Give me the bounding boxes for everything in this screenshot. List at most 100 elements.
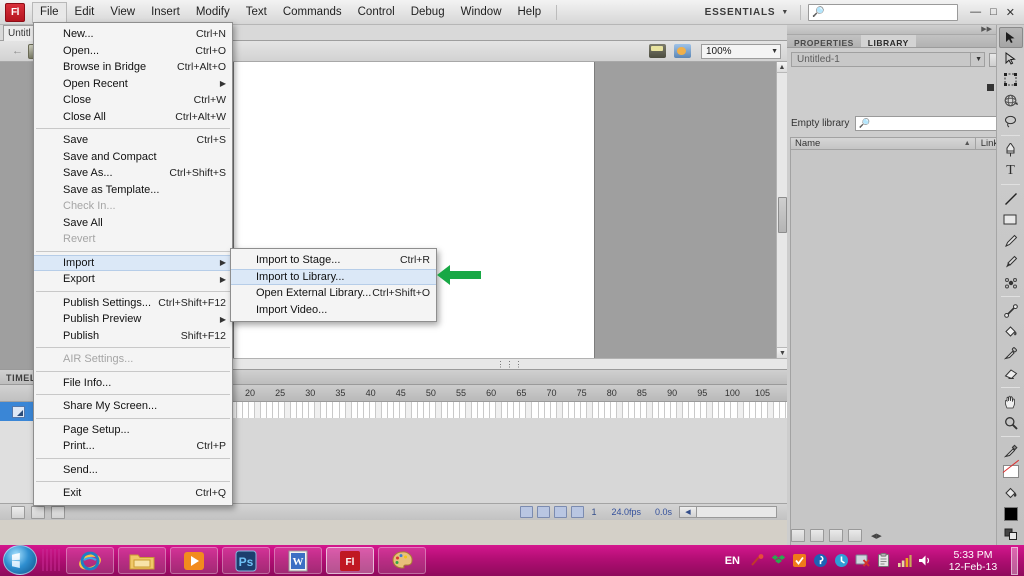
- file-menu-item-share-my-screen[interactable]: Share My Screen...: [34, 398, 232, 415]
- minimize-icon[interactable]: —: [970, 6, 981, 18]
- delete-layer-button[interactable]: [51, 505, 65, 519]
- timeline-scroll-track[interactable]: [697, 506, 777, 518]
- taskbar-grip-icon[interactable]: [42, 549, 60, 571]
- file-menu-dropdown[interactable]: New... Ctrl+N Open... Ctrl+O Browse in Bridg…: [33, 22, 233, 506]
- lasso-tool[interactable]: [999, 111, 1023, 132]
- menu-item-insert[interactable]: Insert: [143, 2, 188, 22]
- scroll-thumb[interactable]: [778, 197, 787, 233]
- properties-button[interactable]: [829, 529, 843, 542]
- taskbar-paint[interactable]: [378, 547, 426, 574]
- security-shield-icon[interactable]: [813, 553, 828, 568]
- default-colors-tool[interactable]: [999, 524, 1023, 545]
- new-layer-button[interactable]: [11, 505, 25, 519]
- panel-collapse-bar[interactable]: ▶▶ ◀◀: [787, 25, 1024, 35]
- tab-library[interactable]: LIBRARY: [860, 35, 916, 48]
- file-menu-item-open[interactable]: Open... Ctrl+O: [34, 43, 232, 60]
- import-submenu-item-import-to-stage[interactable]: Import to Stage... Ctrl+R: [231, 252, 436, 269]
- signal-strength-icon[interactable]: [897, 553, 912, 568]
- menu-item-commands[interactable]: Commands: [275, 2, 350, 22]
- import-submenu[interactable]: Import to Stage... Ctrl+R Import to Librar…: [230, 248, 437, 322]
- stroke-color-tool[interactable]: [999, 440, 1023, 461]
- sort-ascending-icon[interactable]: ▲: [964, 140, 975, 147]
- file-menu-item-page-setup[interactable]: Page Setup...: [34, 422, 232, 439]
- pencil-tool[interactable]: [999, 230, 1023, 251]
- file-menu-item-close-all[interactable]: Close All Ctrl+Alt+W: [34, 109, 232, 126]
- file-menu-item-save-and-compact[interactable]: Save and Compact: [34, 149, 232, 166]
- back-arrow-icon[interactable]: ←: [8, 45, 27, 57]
- scroll-up-icon[interactable]: ▲: [777, 62, 787, 73]
- taskbar-photoshop[interactable]: Ps: [222, 547, 270, 574]
- resize-grip-icon[interactable]: ◀▶: [871, 532, 882, 540]
- column-header-name[interactable]: Name: [791, 138, 964, 149]
- maximize-icon[interactable]: □: [990, 6, 997, 18]
- network-alert-icon[interactable]: [855, 553, 870, 568]
- dropbox-icon[interactable]: [771, 553, 786, 568]
- file-menu-item-publish-settings[interactable]: Publish Settings... Ctrl+Shift+F12: [34, 295, 232, 312]
- file-menu-item-print[interactable]: Print... Ctrl+P: [34, 438, 232, 455]
- menu-item-view[interactable]: View: [102, 2, 143, 22]
- new-symbol-button[interactable]: [791, 529, 805, 542]
- edit-scene-icon[interactable]: [649, 44, 666, 58]
- file-menu-item-browse-in-bridge[interactable]: Browse in Bridge Ctrl+Alt+O: [34, 59, 232, 76]
- library-item-list[interactable]: [790, 150, 1021, 546]
- menu-item-window[interactable]: Window: [453, 2, 510, 22]
- file-menu-item-open-recent[interactable]: Open Recent ▶: [34, 76, 232, 93]
- update-icon[interactable]: [834, 553, 849, 568]
- delete-button[interactable]: [848, 529, 862, 542]
- file-menu-item-save[interactable]: Save Ctrl+S: [34, 132, 232, 149]
- windows-start-orb-icon[interactable]: [3, 545, 37, 575]
- file-menu-item-new[interactable]: New... Ctrl+N: [34, 26, 232, 43]
- show-desktop-button[interactable]: [1011, 546, 1018, 575]
- stage-vertical-scrollbar[interactable]: ▲ ▼: [776, 62, 787, 358]
- zoom-tool[interactable]: [999, 412, 1023, 433]
- free-transform-tool[interactable]: [999, 69, 1023, 90]
- bone-tool[interactable]: [999, 300, 1023, 321]
- eyedropper-tool[interactable]: [999, 342, 1023, 363]
- import-submenu-item-import-to-library[interactable]: Import to Library...: [231, 268, 436, 285]
- subselection-tool[interactable]: [999, 48, 1023, 69]
- taskbar-internet-explorer[interactable]: [66, 547, 114, 574]
- help-search-input[interactable]: 🔍: [808, 3, 959, 21]
- line-tool[interactable]: [999, 188, 1023, 209]
- import-submenu-item-open-external-library[interactable]: Open External Library... Ctrl+Shift+O: [231, 285, 436, 302]
- menu-item-text[interactable]: Text: [238, 2, 275, 22]
- menu-item-modify[interactable]: Modify: [188, 2, 238, 22]
- file-menu-item-publish[interactable]: Publish Shift+F12: [34, 328, 232, 345]
- rectangle-tool[interactable]: [999, 209, 1023, 230]
- stop-icon[interactable]: [987, 84, 994, 91]
- frame-rate-indicator[interactable]: 24.0fps: [611, 507, 641, 517]
- taskbar-media-player[interactable]: [170, 547, 218, 574]
- eraser-tool[interactable]: [999, 363, 1023, 384]
- file-menu-item-save-all[interactable]: Save All: [34, 215, 232, 232]
- file-menu-item-export[interactable]: Export ▶: [34, 271, 232, 288]
- action-center-icon[interactable]: [750, 553, 765, 568]
- stage-horizontal-scrollbar[interactable]: ⋮⋮⋮: [233, 358, 787, 369]
- zoom-level-select[interactable]: 100% ▼: [701, 43, 781, 59]
- taskbar-word[interactable]: W: [274, 547, 322, 574]
- edit-symbols-icon[interactable]: [674, 44, 691, 58]
- hand-tool[interactable]: [999, 391, 1023, 412]
- pen-tool[interactable]: [999, 139, 1023, 160]
- file-menu-item-import[interactable]: Import ▶: [34, 254, 232, 271]
- onion-skin-outlines-button[interactable]: [554, 506, 568, 518]
- text-tool[interactable]: T: [999, 160, 1023, 181]
- menu-item-debug[interactable]: Debug: [403, 2, 453, 22]
- tab-properties[interactable]: PROPERTIES: [787, 35, 861, 48]
- volume-icon[interactable]: [918, 553, 933, 568]
- 3d-rotation-tool[interactable]: [999, 90, 1023, 111]
- timeline-scroll-left[interactable]: ◀: [679, 506, 697, 518]
- timeline-frame-cells[interactable]: [231, 402, 792, 418]
- center-frame-button[interactable]: [520, 506, 534, 518]
- menu-item-help[interactable]: Help: [510, 2, 550, 22]
- file-menu-item-publish-preview[interactable]: Publish Preview ▶: [34, 311, 232, 328]
- file-menu-item-save-as[interactable]: Save As... Ctrl+Shift+S: [34, 165, 232, 182]
- file-menu-item-save-as-template[interactable]: Save as Template...: [34, 182, 232, 199]
- file-menu-item-send[interactable]: Send...: [34, 462, 232, 479]
- import-submenu-item-import-video[interactable]: Import Video...: [231, 302, 436, 319]
- workspace-switcher[interactable]: ESSENTIALS ▼: [701, 7, 794, 18]
- onion-skin-button[interactable]: [537, 506, 551, 518]
- timeline-ruler[interactable]: 20 25 30 35 40 45 50 55 60 65 70 75 80 85 90 95 100 105: [231, 385, 787, 402]
- menu-item-file[interactable]: File: [32, 1, 67, 23]
- taskbar-flash[interactable]: Fl: [326, 547, 374, 574]
- expand-panels-icon[interactable]: ▶▶: [981, 25, 992, 33]
